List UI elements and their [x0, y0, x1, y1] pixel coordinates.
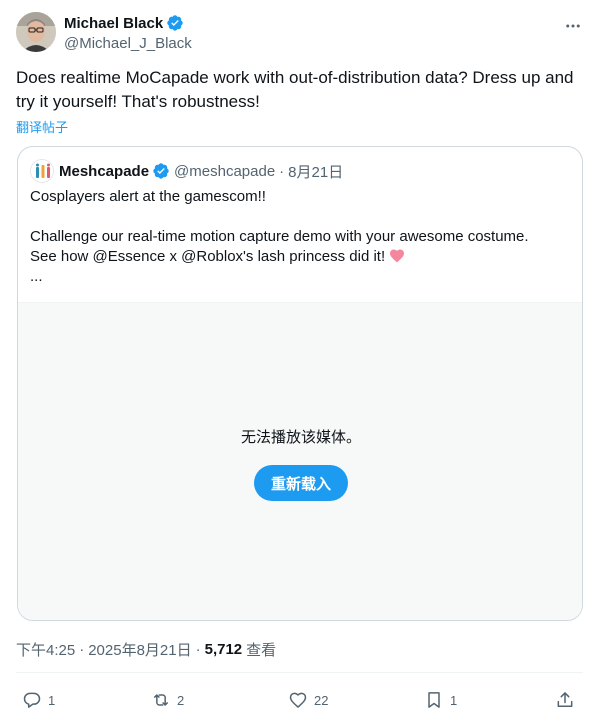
bookmark-icon [428, 692, 440, 708]
media-error-message: 无法播放该媒体。 [240, 429, 361, 446]
more-icon[interactable] [563, 16, 583, 36]
like-button[interactable]: 22 [288, 686, 328, 714]
media-placeholder: 无法播放该媒体。 重新载入 [18, 302, 582, 620]
quote-author-name: Meshcapade [59, 162, 150, 180]
verified-badge-icon [167, 15, 183, 31]
quote-line-3: See how @Essence x @Roblox's lash prince… [30, 248, 386, 265]
quoted-tweet[interactable]: Meshcapade @meshcapade · 8月21日 Cosplayer… [17, 146, 583, 621]
quote-dot: · [279, 162, 285, 180]
share-button[interactable] [555, 686, 575, 714]
verified-badge-icon [153, 163, 169, 179]
quote-line-1: Cosplayers alert at the gamescom!! [30, 188, 266, 205]
bookmark-button[interactable]: 1 [424, 686, 457, 714]
quote-text: Cosplayers alert at the gamescom!! Chall… [30, 187, 570, 287]
quote-avatar [30, 159, 54, 183]
author-handle[interactable]: @Michael_J_Black [64, 35, 192, 52]
repost-count: 2 [177, 692, 185, 708]
tweet-meta: 下午4:25 · 2025年8月21日 · 5,712 查看 [16, 639, 276, 660]
bookmark-count: 1 [450, 692, 458, 708]
tweet-header: Michael Black @Michael_J_Black [16, 12, 583, 56]
meta-dot: · [79, 641, 85, 658]
author-info: Michael Black @Michael_J_Black [64, 13, 192, 53]
share-icon [557, 692, 573, 707]
heart-emoji-icon [390, 249, 405, 263]
reload-button[interactable]: 重新载入 [254, 465, 348, 501]
quote-author-handle: @meshcapade [174, 162, 276, 180]
quote-line-3-wrap: See how @Essence x @Roblox's lash prince… [30, 247, 570, 267]
like-icon [289, 692, 307, 708]
tweet-date[interactable]: 2025年8月21日 [88, 639, 191, 660]
author-name[interactable]: Michael Black [64, 15, 163, 32]
repost-icon [154, 694, 168, 706]
quote-line-2: Challenge our real-time motion capture d… [30, 228, 529, 245]
author-avatar[interactable] [16, 12, 56, 52]
quote-ellipsis: ... [30, 268, 43, 285]
repost-button[interactable]: 2 [151, 686, 184, 714]
meta-dot: · [195, 641, 201, 658]
action-bar: 1 2 22 1 [16, 686, 583, 714]
reply-button[interactable]: 1 [22, 686, 55, 714]
translate-post-link[interactable]: 翻译帖子 [16, 117, 68, 136]
like-count: 22 [314, 692, 329, 708]
quote-header: Meshcapade @meshcapade · 8月21日 [30, 159, 343, 183]
quote-date: 8月21日 [288, 163, 344, 181]
views-label: 查看 [246, 642, 277, 659]
tweet-text: Does realtime MoCapade work with out-of-… [16, 68, 574, 111]
tweet-time[interactable]: 下午4:25 [16, 639, 75, 660]
reply-icon [23, 692, 41, 708]
views-count: 5,712 [204, 641, 243, 658]
reply-count: 1 [48, 692, 56, 708]
quote-blank-line [30, 207, 570, 227]
divider [16, 672, 583, 673]
